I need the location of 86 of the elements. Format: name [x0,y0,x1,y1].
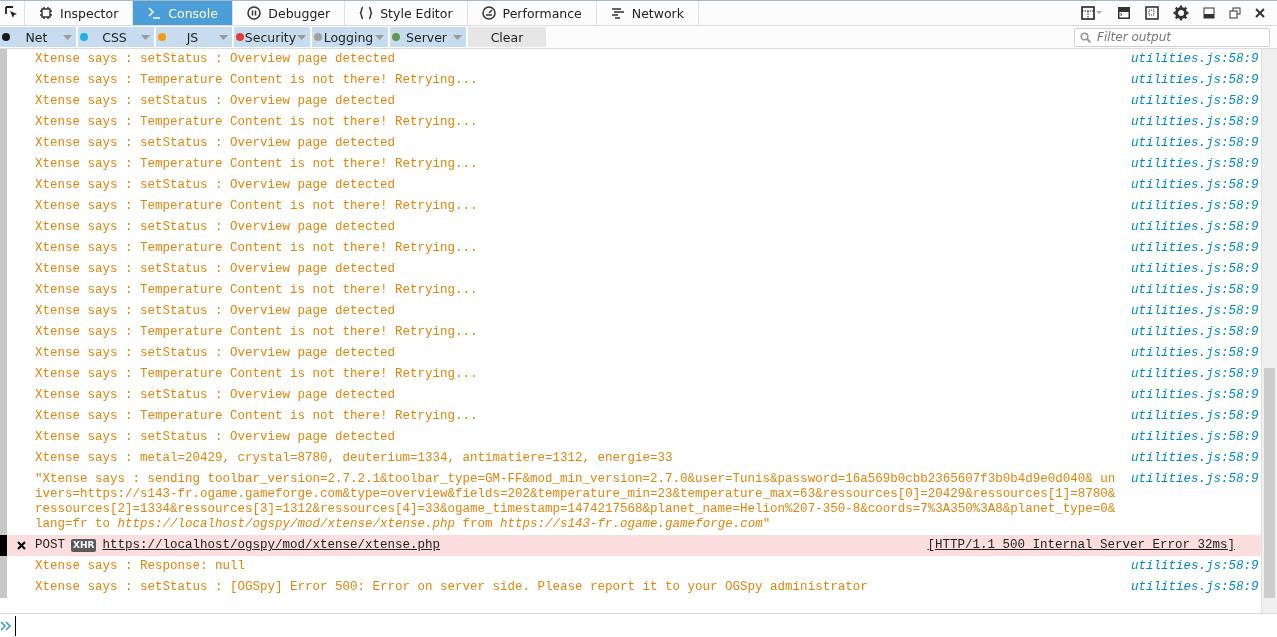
scrollbar[interactable] [1261,49,1277,613]
log-message: Xtense says : setStatus : Overview page detected [35,93,397,110]
chip-icon [39,6,53,20]
settings-icon[interactable] [1173,5,1189,21]
split-console-icon[interactable] [1117,6,1131,20]
log-message: Xtense says : setStatus : Overview page detected [35,261,397,278]
source-location-link[interactable]: utilities.js:58:9 [1131,577,1261,598]
cursor-icon [5,6,19,20]
log-message: Xtense says : setStatus : Overview page detected [35,177,397,194]
source-location-link[interactable]: utilities.js:58:9 [1131,322,1261,343]
source-location-link[interactable]: utilities.js:58:9 [1131,259,1261,280]
separate-window-icon[interactable] [1229,7,1241,19]
pause-icon [247,6,262,20]
log-message: Xtense says : setStatus : Overview page detected [35,51,397,68]
source-location-link[interactable]: utilities.js:58:9 [1131,70,1261,91]
source-location-link[interactable]: utilities.js:58:9 [1131,385,1261,406]
log-message: Xtense says : setStatus : Overview page detected [35,429,397,446]
log-message: Xtense says : setStatus : Overview page detected [35,219,397,236]
source-location-link[interactable]: utilities.js:58:9 [1131,49,1261,70]
toolbar-tab[interactable]: Debugger [233,1,346,25]
log-message: Xtense says : Response: null [35,558,247,575]
source-location-link[interactable]: utilities.js:58:9 [1131,196,1261,217]
toolbar-tab[interactable]: Performance [467,1,597,25]
filter-button[interactable]: Security [234,27,310,47]
caret-icon [453,34,462,40]
toolbar-tab[interactable]: Console [133,1,234,25]
log-message: Xtense says : Temperature Content is not there! Retrying... [35,240,479,257]
source-location-link[interactable]: utilities.js:58:9 [1131,217,1261,238]
log-message: Xtense says : setStatus : [OGSpy] Error 500: Error on server side. Please report it to your OGSpy administrator [35,579,869,596]
log-message: Xtense says : Temperature Content is not there! Retrying... [35,72,479,89]
clear-button[interactable]: Clear [468,27,546,47]
log-message: Xtense says : metal=20429, crystal=8780, deuterium=1334, antimatiere=1312, energie=33 [35,450,674,467]
source-location-link[interactable]: utilities.js:58:9 [1131,91,1261,112]
filter-button[interactable]: Server [390,27,466,47]
request-url-link[interactable]: https://localhost/ogspy/mod/xtense/xtense.php [102,538,440,553]
caret-icon [141,34,150,40]
filter-output-field[interactable]: Filter output [1074,27,1270,47]
log-message: Xtense says : Temperature Content is not there! Retrying... [35,366,479,383]
caret-icon [219,34,228,40]
log-message: Xtense says : setStatus : Overview page detected [35,345,397,362]
frame-select-icon[interactable] [1081,6,1103,20]
source-location-link[interactable]: utilities.js:58:9 [1131,427,1261,448]
filter-button[interactable]: CSS [78,27,154,47]
log-message: Xtense says : setStatus : Overview page detected [35,135,397,152]
log-message: Xtense says : Temperature Content is not there! Retrying... [35,198,479,215]
chevrons-icon [0,620,12,631]
screenshot-icon[interactable] [1145,6,1159,20]
request-method: POST [35,538,65,553]
braces-icon [359,6,374,20]
source-location-link[interactable]: utilities.js:58:9 [1131,406,1261,427]
log-message: Xtense says : Temperature Content is not there! Retrying... [35,408,479,425]
caret-icon [63,34,72,40]
caret-icon [375,34,384,40]
error-icon [16,541,26,550]
dock-bottom-icon[interactable] [1203,7,1215,19]
log-message: Xtense says : Temperature Content is not there! Retrying... [35,156,479,173]
source-location-link[interactable]: utilities.js:58:9 [1131,133,1261,154]
caret-icon [297,34,306,40]
source-location-link[interactable]: utilities.js:58:9 [1131,238,1261,259]
xhr-badge: XHR [71,539,97,552]
toolbar-tab[interactable]: Network [596,1,699,25]
toolbar-tab[interactable]: Style Editor [345,1,468,25]
source-location-link[interactable]: utilities.js:58:9 [1131,469,1261,490]
lines-icon [610,6,625,20]
source-location-link[interactable]: utilities.js:58:9 [1131,112,1261,133]
source-location-link[interactable]: utilities.js:58:9 [1131,343,1261,364]
filter-button[interactable]: Net [0,27,76,47]
gauge-icon [481,6,496,20]
log-message: Xtense says : setStatus : Overview page detected [35,387,397,404]
source-location-link[interactable]: utilities.js:58:9 [1131,175,1261,196]
log-message: Xtense says : Temperature Content is not there! Retrying... [35,114,479,131]
close-icon[interactable] [1255,8,1265,18]
source-location-link[interactable]: utilities.js:58:9 [1131,301,1261,322]
log-message: Xtense says : Temperature Content is not there! Retrying... [35,282,479,299]
source-location-link[interactable]: utilities.js:58:9 [1131,154,1261,175]
log-message: "Xtense says : sending toolbar_version=2.7.2.1&toolbar_type=GM-FF&mod_min_version=2.7.0&user=Tunis&password=16a569b0cbb2365607f3b0b4d9e0d040& univers=https://s143-fr.ogame.gameforge.com&type=overview&fields=202&temperature_min=23&temperature_max=63&ressources[0]=20429&ressources[1]=8780& ressources[2]=1334&ressources[3]=1312&ressources[4]=33&ogame_timestamp=1474217568&planet_name=Helion%207-350-8&coords=7%3A350%3A8&planet_type=0&lang=fr to https://localhost/ogspy/mod/xtense/xtense.php from https://s143-fr.ogame.gameforge.com" [35,471,1117,533]
filter-button[interactable]: Logging [312,27,388,47]
source-location-link[interactable]: utilities.js:58:9 [1131,556,1261,577]
source-location-link[interactable]: utilities.js:58:9 [1131,448,1261,469]
log-message: Xtense says : Temperature Content is not there! Retrying... [35,324,479,341]
filter-button[interactable]: JS [156,27,232,47]
source-location-link[interactable]: utilities.js:58:9 [1131,364,1261,385]
log-message: Xtense says : setStatus : Overview page detected [35,303,397,320]
prompt-icon [147,6,162,20]
source-location-link[interactable]: utilities.js:58:9 [1131,280,1261,301]
response-status-link[interactable]: [HTTP/1.1 500 Internal Server Error 32ms] [927,538,1235,553]
